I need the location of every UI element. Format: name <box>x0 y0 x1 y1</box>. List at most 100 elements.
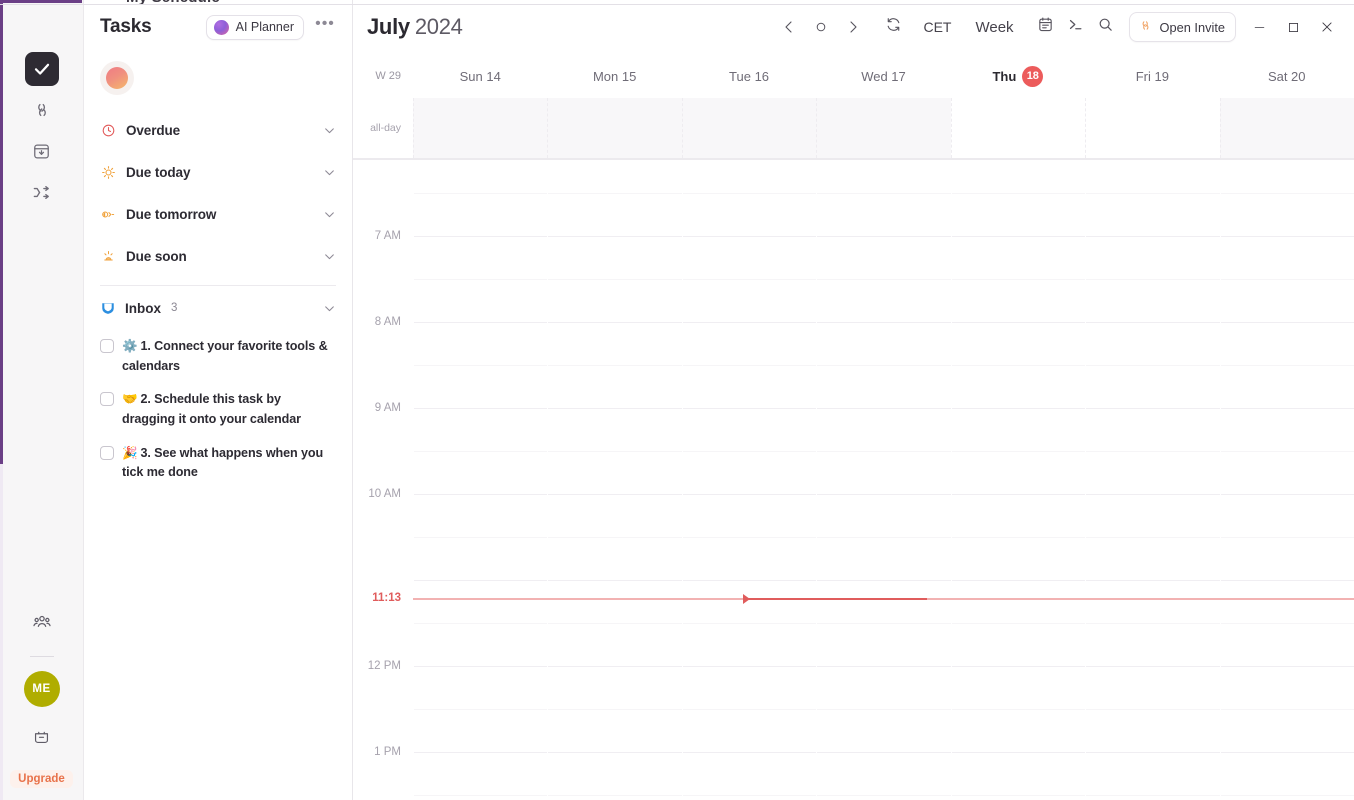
section-inbox[interactable]: Inbox 3 <box>84 286 352 330</box>
sun-icon <box>100 164 116 180</box>
task-checkbox[interactable] <box>100 445 114 460</box>
section-due-soon[interactable]: Due soon <box>100 235 336 277</box>
all-day-cell-thu[interactable] <box>950 98 1086 158</box>
list-avatar-row <box>84 54 352 109</box>
tasks-header: Tasks AI Planner ••• <box>84 0 352 54</box>
briefcase-icon <box>32 727 51 746</box>
link-chain-icon <box>32 100 52 120</box>
day-header-sun[interactable]: Sun 14 <box>413 69 547 84</box>
list-avatar-dot <box>106 67 128 89</box>
chevron-down-icon[interactable] <box>323 208 336 221</box>
day-header-fri[interactable]: Fri 19 <box>1085 69 1219 84</box>
task-sections: Overdue Due today Due tomorrow Due soon <box>84 109 352 277</box>
all-day-cell-mon[interactable] <box>547 98 682 158</box>
inbox-bubble-icon <box>100 300 116 316</box>
list-item[interactable]: ⚙️ 1. Connect your favorite tools & calen… <box>84 330 352 383</box>
day-header-mon[interactable]: Mon 15 <box>547 69 681 84</box>
rail-item-inbox[interactable] <box>25 134 59 168</box>
chevron-down-icon[interactable] <box>323 166 336 179</box>
mini-calendar-button[interactable] <box>1031 12 1061 42</box>
all-day-cell-tue[interactable] <box>681 98 817 158</box>
list-item[interactable]: 🤝 2. Schedule this task by dragging it on… <box>84 383 352 436</box>
horizon-sun-icon <box>100 248 116 264</box>
task-label: 🤝 2. Schedule this task by dragging it on… <box>122 390 336 429</box>
rail-item-shuffle[interactable] <box>25 175 59 209</box>
ai-planner-button[interactable]: AI Planner <box>205 14 304 40</box>
all-day-cell-sun[interactable] <box>413 98 548 158</box>
inbox-label: Inbox <box>125 300 161 316</box>
task-title: 1. Connect your favorite tools & calenda… <box>122 339 328 373</box>
list-avatar[interactable] <box>100 61 134 95</box>
day-header-tue[interactable]: Tue 16 <box>682 69 816 84</box>
prev-week-button[interactable] <box>774 12 804 42</box>
task-emoji: 🤝 <box>122 392 138 407</box>
task-title: 2. Schedule this task by dragging it ont… <box>122 392 301 426</box>
section-label: Due today <box>126 164 191 180</box>
today-button[interactable] <box>806 12 836 42</box>
task-emoji: 🎉 <box>122 445 138 460</box>
current-time-arrow <box>742 594 750 604</box>
hour-label-7am: 7 AM <box>374 230 401 242</box>
people-icon <box>32 612 52 632</box>
next-week-button[interactable] <box>838 12 868 42</box>
all-day-cell-fri[interactable] <box>1085 98 1219 158</box>
minimize-button[interactable] <box>1242 11 1276 43</box>
upgrade-button[interactable]: Upgrade <box>10 770 73 788</box>
sunrise-arrow-icon <box>100 206 116 222</box>
list-item[interactable]: 🎉 3. See what happens when you tick me do… <box>84 437 352 490</box>
open-invite-button[interactable]: Open Invite <box>1128 12 1236 42</box>
shuffle-icon <box>32 183 51 202</box>
timezone-button[interactable]: CET <box>914 15 960 39</box>
search-icon <box>1097 16 1114 38</box>
all-day-cell-wed[interactable] <box>816 98 951 158</box>
day-header-wed[interactable]: Wed 17 <box>816 69 950 84</box>
day-header-sat[interactable]: Sat 20 <box>1220 69 1354 84</box>
refresh-button[interactable] <box>878 12 908 42</box>
left-icon-rail: ME Upgrade <box>0 0 84 800</box>
current-time-indicator <box>413 594 1354 604</box>
calendar-icon <box>1037 16 1054 38</box>
all-day-cell-sat[interactable] <box>1219 98 1354 158</box>
today-date-badge: 18 <box>1022 65 1044 87</box>
chevron-down-icon[interactable] <box>323 124 336 137</box>
day-header-weekday: Thu <box>992 68 1017 84</box>
command-button[interactable] <box>1061 12 1091 42</box>
rail-divider <box>29 656 54 657</box>
task-label: 🎉 3. See what happens when you tick me do… <box>122 444 336 483</box>
app-window: My Schedule <box>0 0 1354 800</box>
close-button[interactable] <box>1310 11 1344 43</box>
more-options-button[interactable]: ••• <box>314 16 336 38</box>
view-selector-button[interactable]: Week <box>966 15 1022 40</box>
avatar[interactable]: ME <box>23 671 60 707</box>
current-time-today-segment <box>742 598 927 600</box>
week-number: W 29 <box>375 70 401 82</box>
day-header-thu[interactable]: Thu 18 <box>951 65 1085 87</box>
section-due-tomorrow[interactable]: Due tomorrow <box>100 193 336 235</box>
page-title: Tasks <box>100 16 152 37</box>
rail-accent-bar <box>0 0 3 800</box>
rail-item-integrations[interactable] <box>25 93 59 127</box>
rail-item-briefcase[interactable] <box>25 719 59 753</box>
section-label: Due soon <box>126 248 187 264</box>
chevron-down-icon[interactable] <box>323 250 336 263</box>
rail-item-tasks[interactable] <box>24 52 59 86</box>
tasks-panel: Tasks AI Planner ••• Overdue Due today D… <box>84 0 353 800</box>
inbox-download-icon <box>32 142 51 161</box>
chevron-down-icon[interactable] <box>323 302 336 315</box>
search-button[interactable] <box>1091 12 1121 42</box>
all-day-row: all-day <box>353 98 1354 160</box>
section-due-today[interactable]: Due today <box>100 151 336 193</box>
hour-label-1pm: 1 PM <box>374 746 401 758</box>
all-day-label: all-day <box>370 122 401 134</box>
rail-item-people[interactable] <box>25 605 59 639</box>
calendar-title: July 2024 <box>367 14 463 40</box>
hour-label-12pm: 12 PM <box>367 660 401 672</box>
day-header-row: W 29 Sun 14 Mon 15 Tue 16 Wed 17 Thu 18 … <box>353 54 1354 98</box>
task-checkbox[interactable] <box>100 392 114 407</box>
terminal-icon <box>1067 16 1084 38</box>
maximize-button[interactable] <box>1276 11 1310 43</box>
task-checkbox[interactable] <box>100 339 114 353</box>
calendar-nav-group <box>774 12 868 42</box>
time-grid-wrapper: 6 AM 7 AM 8 AM 9 AM 10 AM 12 PM 1 PM 11:… <box>353 160 1354 800</box>
section-overdue[interactable]: Overdue <box>100 109 336 151</box>
